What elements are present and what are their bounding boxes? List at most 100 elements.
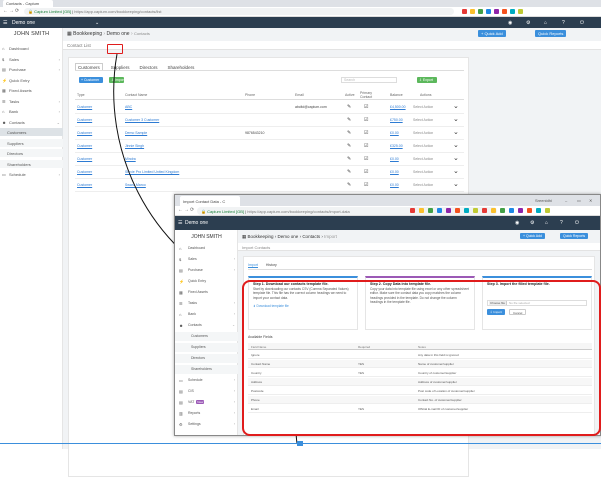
forward-icon[interactable]: →: [184, 207, 189, 213]
breadcrumb-3[interactable]: Contacts: [302, 234, 320, 239]
checkbox-icon[interactable]: ☑: [364, 169, 368, 175]
col-balance[interactable]: Balance: [390, 93, 403, 97]
maximize-icon[interactable]: ▭: [577, 198, 581, 203]
edit-icon[interactable]: ✎: [347, 182, 351, 188]
bell-icon[interactable]: ◉: [515, 220, 519, 226]
settings-icon[interactable]: ⚙: [526, 20, 530, 26]
checkbox-icon[interactable]: ☑: [364, 104, 368, 110]
sidebar-item-4[interactable]: ▦ Fixed Assets: [175, 288, 238, 297]
checkbox-icon[interactable]: ☑: [364, 117, 368, 123]
sidebar-item-4[interactable]: ▦ Fixed Assets: [0, 86, 63, 94]
edit-icon[interactable]: ✎: [347, 104, 351, 110]
url-field[interactable]: 🔒 Capium Limited [GB] | https://app.capi…: [197, 207, 497, 215]
quick-reports-button[interactable]: Quick Reports: [560, 233, 589, 239]
bell-icon[interactable]: ◉: [508, 20, 512, 26]
customer-type-link[interactable]: Customer: [77, 183, 92, 187]
extension-icon[interactable]: [510, 9, 515, 14]
balance-link[interactable]: £0.00: [390, 157, 399, 161]
edit-icon[interactable]: ✎: [347, 130, 351, 136]
chevron-down-icon[interactable]: ⌄: [95, 20, 99, 26]
sidebar-item-13[interactable]: ▤ CIS ›: [175, 387, 238, 396]
extension-icon[interactable]: [518, 208, 523, 213]
sidebar-item-11[interactable]: Shareholders: [0, 159, 63, 168]
sidebar-item-1[interactable]: $ Sales ›: [0, 55, 63, 63]
power-icon[interactable]: ⏻: [580, 20, 584, 26]
chevron-down-icon[interactable]: ⌄: [453, 115, 459, 123]
extension-icon[interactable]: [446, 208, 451, 213]
checkbox-icon[interactable]: ☑: [364, 143, 368, 149]
col-phone[interactable]: Phone: [245, 93, 255, 97]
breadcrumb-1[interactable]: Bookkeeping: [248, 234, 274, 239]
edit-icon[interactable]: ✎: [347, 156, 351, 162]
quick-reports-button[interactable]: Quick Reports: [535, 30, 567, 37]
contact-name-link[interactable]: Customer 3 Customer: [125, 118, 159, 122]
action-select[interactable]: Select Action: [413, 131, 433, 135]
balance-link[interactable]: £325.00: [390, 144, 403, 148]
extension-icon[interactable]: [410, 208, 415, 213]
reload-icon[interactable]: ⟳: [190, 207, 194, 213]
home-icon[interactable]: ⌂: [545, 220, 548, 226]
chevron-down-icon[interactable]: ⌄: [453, 180, 459, 188]
sidebar-item-7[interactable]: ☻ Contacts ⌄: [0, 118, 63, 126]
tab-import[interactable]: Import: [248, 263, 258, 268]
extension-icon[interactable]: [500, 208, 505, 213]
extension-icon[interactable]: [518, 9, 523, 14]
balance-link[interactable]: £4,500.00: [390, 105, 406, 109]
quick-add-button[interactable]: + Quick Add: [478, 30, 506, 37]
chevron-down-icon[interactable]: ⌄: [453, 167, 459, 175]
contact-name-link[interactable]: Demo Sample: [125, 131, 147, 135]
action-select[interactable]: Select Action: [413, 157, 433, 161]
checkbox-icon[interactable]: ☑: [364, 156, 368, 162]
export-button[interactable]: ⇩ Export: [417, 77, 437, 83]
home-icon[interactable]: ⌂: [544, 20, 547, 26]
sidebar-item-11[interactable]: Shareholders: [175, 365, 238, 374]
checkbox-icon[interactable]: ☑: [364, 182, 368, 188]
breadcrumb-2[interactable]: Demo one: [107, 31, 130, 37]
col-primary-contact[interactable]: Primary Contact: [360, 91, 374, 99]
action-select[interactable]: Select Action: [413, 183, 433, 187]
chevron-down-icon[interactable]: ⌄: [453, 154, 459, 162]
extension-icon[interactable]: [527, 208, 532, 213]
contact-name-link[interactable]: Swara Maroo: [125, 183, 146, 187]
menu-icon[interactable]: ☰: [178, 220, 182, 226]
sidebar-item-9[interactable]: Suppliers: [175, 343, 238, 352]
sidebar-item-2[interactable]: ▤ Purchase ›: [175, 266, 238, 275]
back-icon[interactable]: ←: [178, 207, 183, 213]
customer-type-link[interactable]: Customer: [77, 105, 92, 109]
sidebar-item-3[interactable]: ⚡ Quick Entry: [0, 76, 63, 84]
menu-icon[interactable]: ☰: [3, 20, 7, 26]
url-field[interactable]: 🔒 Capium Limited [GB] | https://app.capi…: [24, 8, 454, 15]
chevron-down-icon[interactable]: ⌄: [453, 102, 459, 110]
browser-tab[interactable]: Contacts - Capium: [3, 0, 53, 7]
customer-type-link[interactable]: Customer: [77, 170, 92, 174]
sidebar-item-3[interactable]: ⚡ Quick Entry: [175, 277, 238, 286]
extension-icon[interactable]: [502, 9, 507, 14]
quick-add-button[interactable]: + Quick Add: [520, 233, 545, 239]
balance-link[interactable]: £0.00: [390, 170, 399, 174]
col-active[interactable]: Active: [345, 93, 355, 97]
sidebar-item-7[interactable]: ☻ Contacts ⌄: [175, 321, 238, 330]
close-icon[interactable]: ✕: [589, 198, 592, 203]
action-select[interactable]: Select Action: [413, 105, 433, 109]
edit-icon[interactable]: ✎: [347, 169, 351, 175]
sidebar-item-10[interactable]: Directors: [0, 149, 63, 157]
chevron-down-icon[interactable]: ⌄: [453, 128, 459, 136]
customer-type-link[interactable]: Customer: [77, 131, 92, 135]
minimize-icon[interactable]: –: [565, 198, 567, 203]
extension-icon[interactable]: [491, 208, 496, 213]
chevron-down-icon[interactable]: ⌄: [453, 141, 459, 149]
extension-icon[interactable]: [509, 208, 514, 213]
sidebar-item-12[interactable]: ▭ Schedule ›: [0, 170, 63, 178]
sidebar-item-2[interactable]: ▤ Purchase ›: [0, 65, 63, 73]
extension-icon[interactable]: [536, 208, 541, 213]
breadcrumb-1[interactable]: Bookkeeping: [73, 31, 102, 37]
sidebar-item-10[interactable]: Directors: [175, 354, 238, 363]
customer-type-link[interactable]: Customer: [77, 157, 92, 161]
sidebar-item-8[interactable]: Customers: [175, 332, 238, 341]
customer-type-link[interactable]: Customer: [77, 118, 92, 122]
sidebar-item-8[interactable]: Customers: [0, 128, 63, 136]
extension-icon[interactable]: [470, 9, 475, 14]
back-icon[interactable]: ←: [3, 8, 8, 14]
sidebar-item-15[interactable]: ▥ Reports ›: [175, 409, 238, 418]
power-icon[interactable]: ⏻: [575, 220, 579, 226]
